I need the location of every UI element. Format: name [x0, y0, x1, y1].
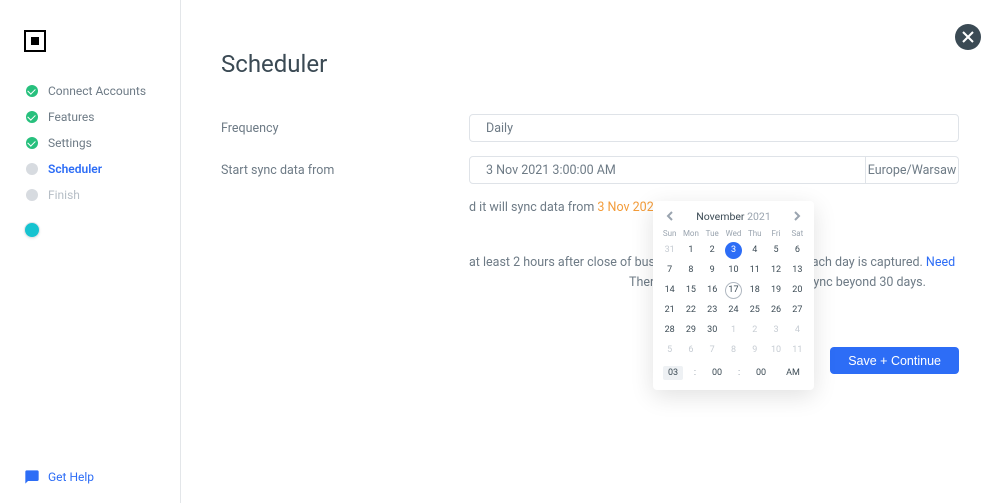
calendar-day[interactable]: 5 — [765, 240, 786, 260]
calendar-day[interactable]: 30 — [702, 320, 723, 340]
calendar-day[interactable]: 28 — [659, 320, 680, 340]
dot-icon — [26, 189, 38, 201]
close-icon — [962, 31, 974, 43]
check-icon — [26, 85, 38, 97]
check-icon — [26, 137, 38, 149]
calendar-day[interactable]: 21 — [659, 300, 680, 320]
step-label: Finish — [48, 188, 80, 202]
calendar-day[interactable]: 7 — [659, 260, 680, 280]
step-label: Scheduler — [48, 162, 102, 176]
calendar-grid: SunMonTueWedThuFriSat 311234567891011121… — [659, 227, 808, 360]
get-help-link[interactable]: Get Help — [24, 469, 94, 485]
frequency-label: Frequency — [221, 121, 469, 136]
square-logo-icon — [24, 30, 46, 52]
calendar-day[interactable]: 29 — [680, 320, 701, 340]
calendar-day[interactable]: 1 — [723, 320, 744, 340]
calendar-day[interactable]: 26 — [765, 300, 786, 320]
start-date-value: 3 Nov 2021 3:00:00 AM — [486, 163, 616, 178]
calendar-day[interactable]: 7 — [702, 340, 723, 360]
chat-icon — [24, 469, 40, 485]
calendar-day[interactable]: 22 — [680, 300, 701, 320]
calendar-day[interactable]: 8 — [723, 340, 744, 360]
calendar-dow: Sat — [787, 227, 808, 240]
app-badge-icon[interactable] — [24, 222, 40, 238]
calendar-day[interactable]: 9 — [702, 260, 723, 280]
step-label: Features — [48, 110, 94, 124]
step-label: Connect Accounts — [48, 84, 146, 98]
date-picker: November 2021 SunMonTueWedThuFriSat 3112… — [653, 201, 814, 390]
step-connect-accounts[interactable]: Connect Accounts — [0, 78, 180, 104]
dot-icon — [26, 163, 38, 175]
step-finish[interactable]: Finish — [0, 182, 180, 208]
chevron-left-icon — [666, 211, 674, 221]
calendar-day[interactable]: 24 — [723, 300, 744, 320]
timezone-select[interactable]: Europe/Warsaw — [866, 156, 959, 184]
calendar-day[interactable]: 6 — [787, 240, 808, 260]
calendar-day[interactable]: 31 — [659, 240, 680, 260]
wizard-steps: Connect Accounts Features Settings Sched… — [0, 78, 180, 208]
calendar-dow: Sun — [659, 227, 680, 240]
calendar-day[interactable]: 13 — [787, 260, 808, 280]
time-picker: 03 : 00 : 00 AM — [659, 366, 808, 380]
calendar-day[interactable]: 3 — [765, 320, 786, 340]
calendar-day[interactable]: 4 — [787, 320, 808, 340]
calendar-month-year: November 2021 — [696, 210, 770, 223]
page-title: Scheduler — [221, 50, 959, 78]
calendar-day[interactable]: 2 — [744, 320, 765, 340]
time-ampm[interactable]: AM — [782, 368, 804, 378]
calendar-day[interactable]: 15 — [680, 280, 701, 300]
calendar-day[interactable]: 12 — [765, 260, 786, 280]
calendar-day[interactable]: 4 — [744, 240, 765, 260]
next-month-button[interactable] — [790, 209, 804, 223]
timezone-value: Europe/Warsaw — [868, 163, 957, 178]
calendar-day[interactable]: 17 — [723, 280, 744, 300]
calendar-dow: Mon — [680, 227, 701, 240]
save-continue-button[interactable]: Save + Continue — [830, 347, 959, 374]
calendar-day[interactable]: 14 — [659, 280, 680, 300]
calendar-day[interactable]: 6 — [680, 340, 701, 360]
close-button[interactable] — [955, 24, 981, 50]
time-minute[interactable]: 00 — [707, 368, 727, 378]
main-content: Scheduler Frequency Daily Start sync dat… — [181, 0, 999, 503]
calendar-day[interactable]: 1 — [680, 240, 701, 260]
start-date-input[interactable]: 3 Nov 2021 3:00:00 AM — [469, 156, 866, 184]
step-settings[interactable]: Settings — [0, 130, 180, 156]
time-second[interactable]: 00 — [751, 368, 771, 378]
step-features[interactable]: Features — [0, 104, 180, 130]
prev-month-button[interactable] — [663, 209, 677, 223]
calendar-day[interactable]: 27 — [787, 300, 808, 320]
sidebar: Connect Accounts Features Settings Sched… — [0, 0, 181, 503]
check-icon — [26, 111, 38, 123]
calendar-day[interactable]: 11 — [744, 260, 765, 280]
calendar-day[interactable]: 11 — [787, 340, 808, 360]
calendar-day[interactable]: 23 — [702, 300, 723, 320]
frequency-value: Daily — [486, 121, 513, 136]
calendar-day[interactable]: 18 — [744, 280, 765, 300]
calendar-day[interactable]: 25 — [744, 300, 765, 320]
chevron-right-icon — [793, 211, 801, 221]
calendar-day[interactable]: 10 — [765, 340, 786, 360]
sync-from-date: 3 Nov 2021 — [597, 200, 660, 215]
help-label: Get Help — [48, 470, 94, 484]
calendar-dow: Wed — [723, 227, 744, 240]
step-scheduler[interactable]: Scheduler — [0, 156, 180, 182]
step-label: Settings — [48, 136, 92, 150]
calendar-day[interactable]: 20 — [787, 280, 808, 300]
need-link[interactable]: Need — [926, 255, 955, 270]
frequency-select[interactable]: Daily — [469, 114, 959, 142]
calendar-day[interactable]: 10 — [723, 260, 744, 280]
calendar-dow: Tue — [702, 227, 723, 240]
calendar-dow: Fri — [765, 227, 786, 240]
calendar-day[interactable]: 16 — [702, 280, 723, 300]
calendar-day[interactable]: 19 — [765, 280, 786, 300]
start-sync-label: Start sync data from — [221, 163, 469, 178]
calendar-day[interactable]: 8 — [680, 260, 701, 280]
calendar-day[interactable]: 2 — [702, 240, 723, 260]
calendar-day[interactable]: 5 — [659, 340, 680, 360]
calendar-day[interactable]: 3 — [723, 240, 744, 260]
time-hour[interactable]: 03 — [663, 366, 683, 380]
calendar-day[interactable]: 9 — [744, 340, 765, 360]
calendar-dow: Thu — [744, 227, 765, 240]
